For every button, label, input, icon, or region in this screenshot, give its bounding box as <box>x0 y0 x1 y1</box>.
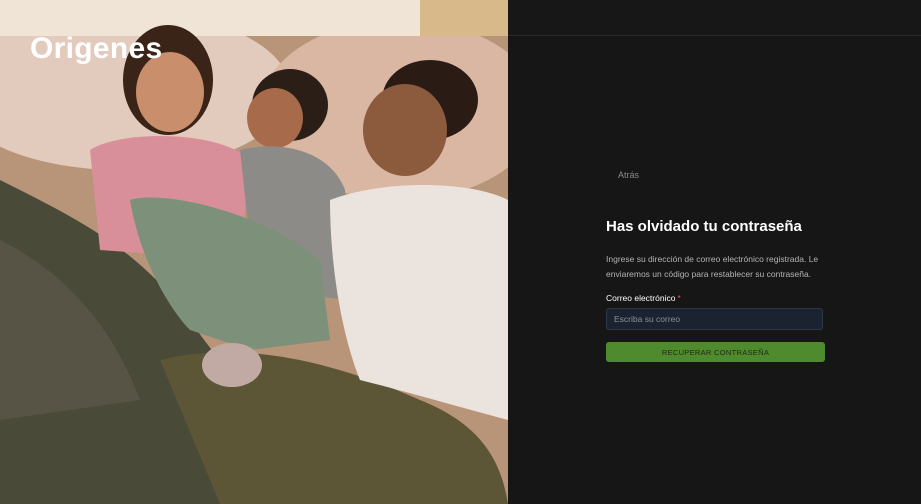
email-label-text: Correo electrónico <box>606 293 676 303</box>
hero-photo-panel: Origenes <box>0 0 508 504</box>
page-title: Has olvidado tu contraseña <box>606 218 802 235</box>
family-photo-image <box>0 0 508 504</box>
required-marker: * <box>677 293 681 303</box>
email-field[interactable] <box>606 308 823 330</box>
back-link[interactable]: Atrás <box>618 170 639 180</box>
email-field-label: Correo electrónico * <box>606 293 681 303</box>
recover-password-button[interactable]: RECUPERAR CONTRASEÑA <box>606 342 825 362</box>
brand-logo: Origenes <box>30 32 163 65</box>
top-bar <box>508 0 921 36</box>
form-description: Ingrese su dirección de correo electróni… <box>606 254 819 279</box>
